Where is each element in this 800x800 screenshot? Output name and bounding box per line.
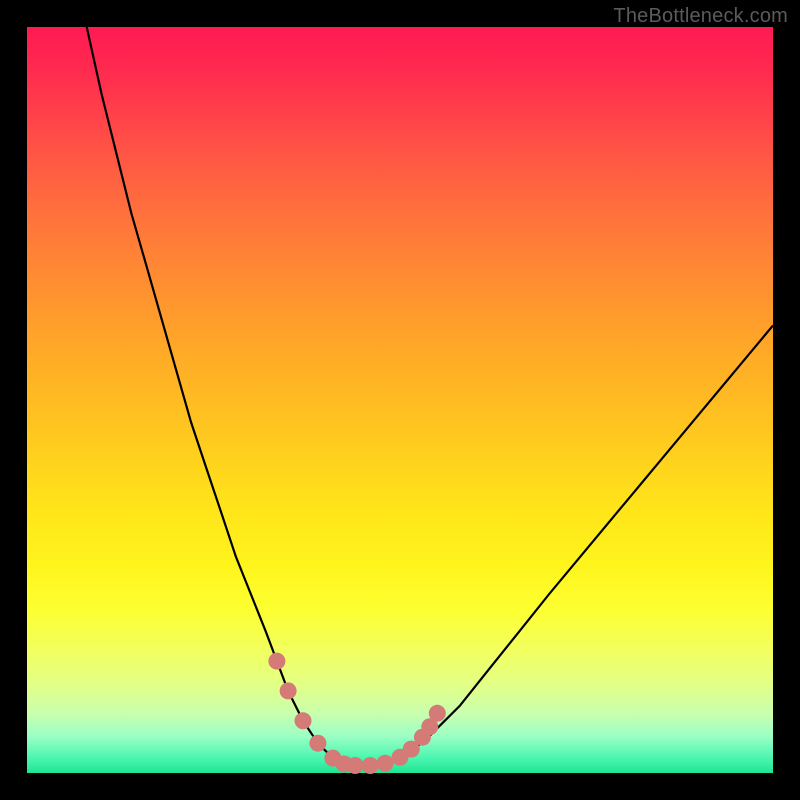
chart-plot-area bbox=[27, 27, 773, 773]
bottleneck-curve bbox=[87, 27, 773, 766]
curve-marker bbox=[309, 735, 326, 752]
curve-markers bbox=[268, 653, 445, 774]
curve-marker bbox=[362, 757, 379, 774]
curve-marker bbox=[377, 755, 394, 772]
curve-marker bbox=[429, 705, 446, 722]
chart-svg bbox=[27, 27, 773, 773]
curve-marker bbox=[295, 712, 312, 729]
watermark-text: TheBottleneck.com bbox=[613, 5, 788, 28]
curve-marker bbox=[268, 653, 285, 670]
curve-marker bbox=[280, 682, 297, 699]
curve-marker bbox=[347, 757, 364, 774]
chart-frame: TheBottleneck.com bbox=[0, 0, 800, 800]
